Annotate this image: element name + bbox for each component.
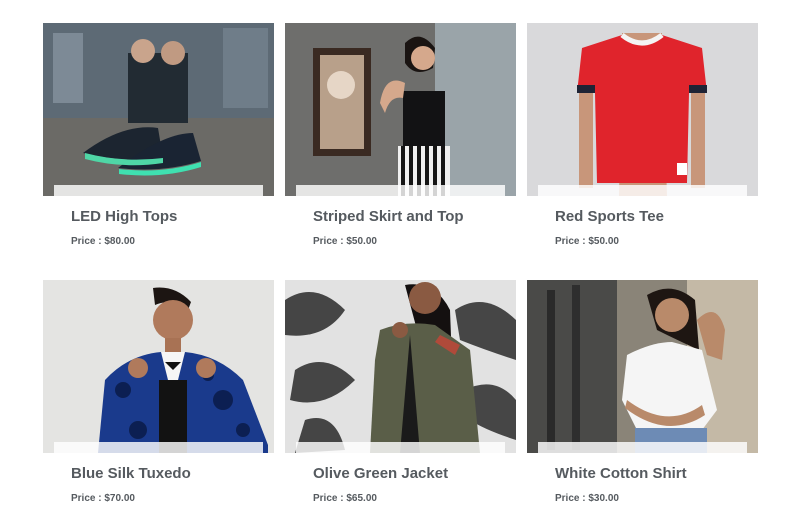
man-blue-tuxedo-photo bbox=[43, 280, 274, 453]
product-title[interactable]: Blue Silk Tuxedo bbox=[71, 465, 191, 482]
price-value: $70.00 bbox=[104, 493, 135, 504]
image-overlay-bar bbox=[296, 185, 505, 196]
price-label: Price : bbox=[71, 493, 102, 504]
woman-striped-skirt-photo bbox=[285, 23, 516, 196]
product-card[interactable]: Olive Green Jacket Price : $65.00 bbox=[285, 280, 516, 515]
price-value: $50.00 bbox=[588, 236, 619, 247]
product-title[interactable]: LED High Tops bbox=[71, 208, 177, 225]
image-overlay-bar bbox=[54, 185, 263, 196]
image-overlay-bar bbox=[538, 442, 747, 453]
product-price: Price : $70.00 bbox=[71, 493, 135, 504]
product-image-sneakers[interactable] bbox=[43, 23, 274, 196]
image-overlay-bar bbox=[296, 442, 505, 453]
price-value: $30.00 bbox=[588, 493, 619, 504]
product-price: Price : $50.00 bbox=[313, 236, 377, 247]
product-image-white-shirt[interactable] bbox=[527, 280, 758, 453]
product-card[interactable]: LED High Tops Price : $80.00 bbox=[43, 23, 274, 258]
woman-olive-jacket-photo bbox=[285, 280, 516, 453]
product-title[interactable]: Striped Skirt and Top bbox=[313, 208, 464, 225]
product-image-red-tee[interactable] bbox=[527, 23, 758, 196]
sneakers-photo bbox=[43, 23, 274, 196]
product-card[interactable]: White Cotton Shirt Price : $30.00 bbox=[527, 280, 758, 515]
product-title[interactable]: Olive Green Jacket bbox=[313, 465, 448, 482]
price-label: Price : bbox=[555, 493, 586, 504]
price-label: Price : bbox=[313, 236, 344, 247]
price-value: $50.00 bbox=[346, 236, 377, 247]
product-card[interactable]: Striped Skirt and Top Price : $50.00 bbox=[285, 23, 516, 258]
product-title[interactable]: Red Sports Tee bbox=[555, 208, 664, 225]
product-price: Price : $65.00 bbox=[313, 493, 377, 504]
image-overlay-bar bbox=[54, 442, 263, 453]
product-image-olive-jacket[interactable] bbox=[285, 280, 516, 453]
product-title[interactable]: White Cotton Shirt bbox=[555, 465, 687, 482]
product-card[interactable]: Red Sports Tee Price : $50.00 bbox=[527, 23, 758, 258]
red-tee-photo bbox=[527, 23, 758, 196]
product-price: Price : $50.00 bbox=[555, 236, 619, 247]
price-value: $65.00 bbox=[346, 493, 377, 504]
product-price: Price : $30.00 bbox=[555, 493, 619, 504]
woman-white-shirt-photo bbox=[527, 280, 758, 453]
product-image-striped-skirt[interactable] bbox=[285, 23, 516, 196]
product-price: Price : $80.00 bbox=[71, 236, 135, 247]
product-image-blue-tuxedo[interactable] bbox=[43, 280, 274, 453]
price-label: Price : bbox=[555, 236, 586, 247]
product-card[interactable]: Blue Silk Tuxedo Price : $70.00 bbox=[43, 280, 274, 515]
image-overlay-bar bbox=[538, 185, 747, 196]
price-value: $80.00 bbox=[104, 236, 135, 247]
price-label: Price : bbox=[71, 236, 102, 247]
price-label: Price : bbox=[313, 493, 344, 504]
